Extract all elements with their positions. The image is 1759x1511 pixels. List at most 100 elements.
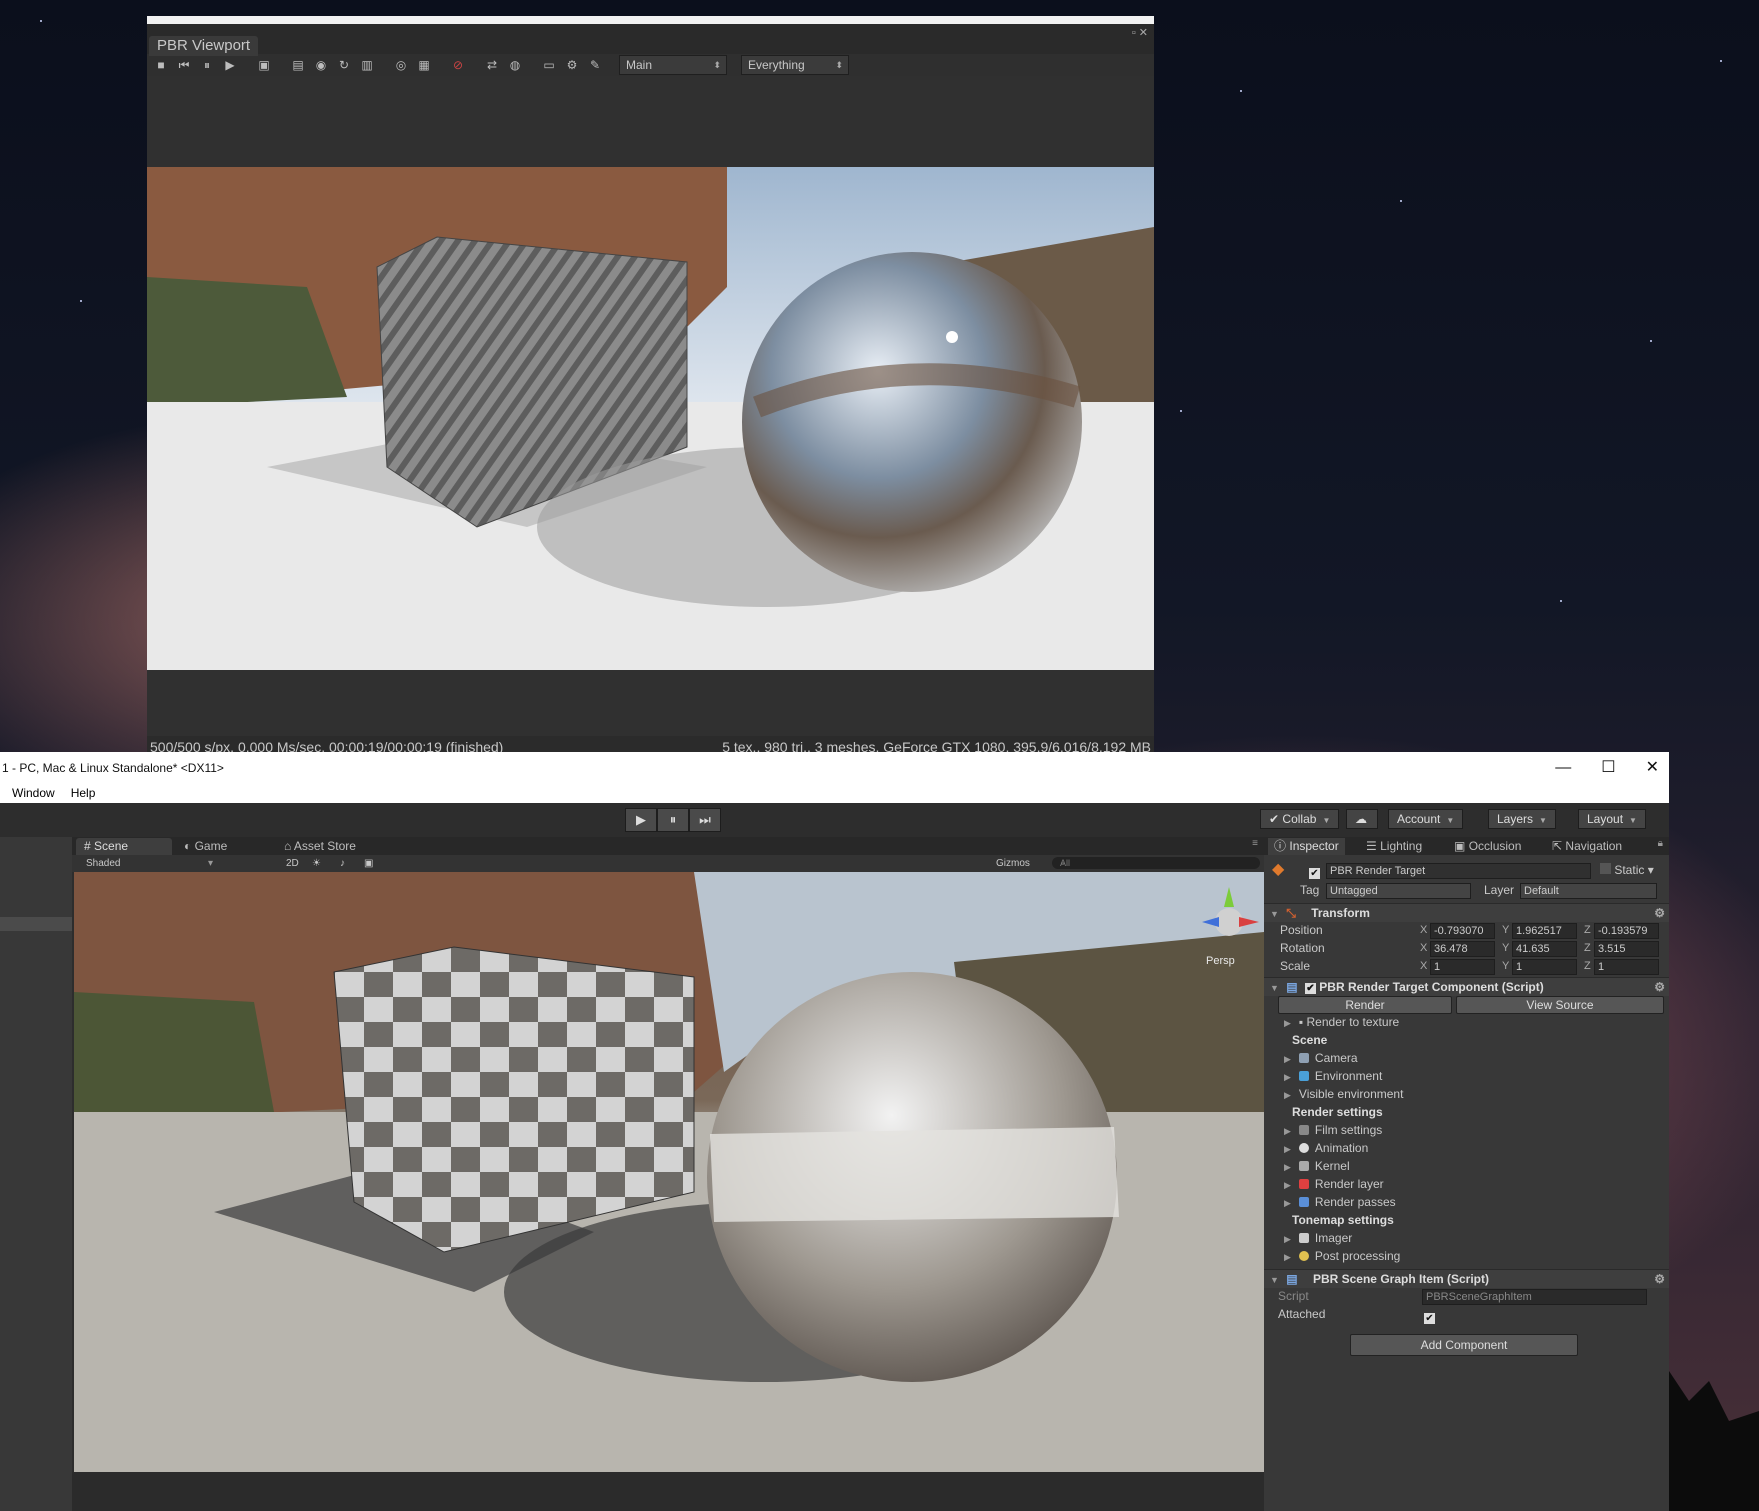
environment-item[interactable]: ▶ Environment xyxy=(1284,1069,1382,1083)
lighting-toggle-icon[interactable]: ☀ xyxy=(312,855,321,872)
imager-item[interactable]: ▶ Imager xyxy=(1284,1231,1352,1245)
rendered-scene-image xyxy=(147,167,1154,670)
close-icon[interactable]: ✕ xyxy=(1139,27,1148,39)
scale-z-field[interactable]: 1 xyxy=(1594,959,1659,975)
menu-help[interactable]: Help xyxy=(71,784,96,803)
script-field[interactable]: PBRSceneGraphItem xyxy=(1422,1289,1647,1305)
tab-occlusion[interactable]: ▣ Occlusion xyxy=(1448,838,1527,855)
hierarchy-panel[interactable] xyxy=(0,837,72,1511)
account-label: Account xyxy=(1397,812,1441,826)
render-button[interactable]: Render xyxy=(1278,996,1452,1014)
render-component-header[interactable]: ▼ ▤ ✔ PBR Render Target Component (Scrip… xyxy=(1264,977,1669,996)
checker-icon[interactable]: ▦ xyxy=(414,56,434,74)
tab-game-label: Game xyxy=(194,839,228,853)
layer-dropdown[interactable]: Default xyxy=(1520,883,1657,899)
render-passes-item[interactable]: ▶ Render passes xyxy=(1284,1195,1396,1209)
refresh-icon[interactable]: ↻ xyxy=(334,56,354,74)
lock-icon[interactable]: 🔒︎ xyxy=(1658,838,1663,849)
gear-icon[interactable]: ⚙ xyxy=(562,56,582,74)
menu-window[interactable]: Window xyxy=(12,784,55,803)
play-button[interactable]: ▶ xyxy=(625,808,657,832)
cloud-button[interactable]: ☁ xyxy=(1346,809,1378,829)
projection-label[interactable]: Persp xyxy=(1206,955,1235,967)
pbr-render-output[interactable] xyxy=(147,167,1154,670)
tag-dropdown[interactable]: Untagged xyxy=(1326,883,1471,899)
layer-dropdown[interactable]: Everything ⬍ xyxy=(741,55,849,75)
scene-search-input[interactable]: ⌕ All xyxy=(1052,857,1260,869)
pbr-viewport-tab[interactable]: PBR Viewport xyxy=(149,36,259,56)
render-layer-label: Render layer xyxy=(1314,1177,1384,1191)
position-y-field[interactable]: 1.962517 xyxy=(1512,923,1577,939)
camera-dropdown[interactable]: Main ⬍ xyxy=(619,55,727,75)
lens-icon[interactable]: ◎ xyxy=(391,56,411,74)
tab-navigation[interactable]: ⇱ Navigation xyxy=(1546,838,1628,855)
effects-toggle-icon[interactable]: ▣ xyxy=(364,855,373,872)
view-source-button[interactable]: View Source xyxy=(1456,996,1664,1014)
maximize-icon[interactable]: ☐ xyxy=(1601,752,1615,784)
display-icon[interactable]: ▣ xyxy=(254,56,274,74)
gear-icon[interactable]: ⚙ xyxy=(1654,1270,1665,1288)
maximize-icon[interactable]: ▫ xyxy=(1132,27,1136,39)
gizmos-dropdown[interactable]: Gizmos xyxy=(996,855,1030,872)
tab-lighting[interactable]: ☰ Lighting xyxy=(1360,838,1428,855)
layers-dropdown[interactable]: Layers ▼ xyxy=(1488,809,1556,829)
histogram-icon[interactable]: ▤ xyxy=(288,56,308,74)
component-enabled-checkbox[interactable]: ✔ xyxy=(1304,983,1316,994)
sync-icon[interactable]: ⇄ xyxy=(482,56,502,74)
tab-scene[interactable]: # Scene xyxy=(76,838,172,855)
color-icon[interactable]: ◉ xyxy=(311,56,331,74)
selected-hierarchy-row[interactable] xyxy=(0,917,72,931)
step-button[interactable]: ⏭ xyxy=(689,808,721,832)
render-layer-item[interactable]: ▶ Render layer xyxy=(1284,1177,1384,1191)
render-to-texture-item[interactable]: ▶ ▪ Render to texture xyxy=(1284,1015,1399,1029)
pause-icon[interactable]: ⏸ xyxy=(197,56,217,74)
editor-toolbar: ▶ ⏸ ⏭ ✔ Collab ▼ ☁ Account ▼ Layers ▼ Layou… xyxy=(0,803,1669,837)
visible-environment-item[interactable]: ▶ Visible environment xyxy=(1284,1087,1403,1101)
stop-icon[interactable]: ■ xyxy=(151,56,171,74)
account-dropdown[interactable]: Account ▼ xyxy=(1388,809,1464,829)
scene-graph-component-header[interactable]: ▼ ▤ PBR Scene Graph Item (Script) ⚙ xyxy=(1264,1269,1669,1288)
scene-section-header: Scene xyxy=(1292,1033,1328,1047)
post-processing-item[interactable]: ▶ Post processing xyxy=(1284,1249,1400,1263)
rotation-x-field[interactable]: 36.478 xyxy=(1430,941,1495,957)
mode-2d-toggle[interactable]: 2D xyxy=(286,855,299,872)
rotation-y-field[interactable]: 41.635 xyxy=(1512,941,1577,957)
gear-icon[interactable]: ⚙ xyxy=(1654,978,1665,996)
image-icon[interactable]: ▭ xyxy=(539,56,559,74)
position-z-field[interactable]: -0.193579 xyxy=(1594,923,1659,939)
static-toggle[interactable]: Static ▾ xyxy=(1600,861,1654,879)
position-x-field[interactable]: -0.793070 xyxy=(1430,923,1495,939)
wrench-icon[interactable]: ✎ xyxy=(585,56,605,74)
camera-item[interactable]: ▶ Camera xyxy=(1284,1051,1358,1065)
tab-game[interactable]: ◐ Game xyxy=(176,838,235,855)
shading-dropdown[interactable]: Shaded xyxy=(86,855,120,872)
transform-header[interactable]: ▼ ⤡ Transform ⚙ xyxy=(1264,903,1669,922)
play-icon[interactable]: ▶ xyxy=(220,56,240,74)
animation-item[interactable]: ▶ Animation xyxy=(1284,1141,1368,1155)
restart-icon[interactable]: ⏮ xyxy=(174,56,194,74)
add-component-button[interactable]: Add Component xyxy=(1350,1334,1578,1356)
scene-viewport[interactable]: Persp xyxy=(74,872,1264,1472)
close-icon[interactable]: ✕ xyxy=(1646,752,1659,784)
active-checkbox[interactable]: ✔ xyxy=(1309,863,1320,881)
object-name-field[interactable]: PBR Render Target xyxy=(1326,863,1591,879)
attached-row: Attached ✔ xyxy=(1264,1305,1669,1326)
audio-toggle-icon[interactable]: ♪ xyxy=(340,855,345,872)
kernel-item[interactable]: ▶ Kernel xyxy=(1284,1159,1350,1173)
tab-inspector[interactable]: ⓘ Inspector xyxy=(1268,838,1345,855)
minimize-icon[interactable]: — xyxy=(1555,752,1571,784)
collab-dropdown[interactable]: ✔ Collab ▼ xyxy=(1260,809,1340,829)
rotation-z-field[interactable]: 3.515 xyxy=(1594,941,1659,957)
globe-icon[interactable]: ◍ xyxy=(505,56,525,74)
pause-button[interactable]: ⏸ xyxy=(657,808,689,832)
tab-asset-store[interactable]: ⌂ Asset Store xyxy=(276,838,364,855)
chart-icon[interactable]: ▥ xyxy=(357,56,377,74)
panel-menu-icon[interactable]: ≡ xyxy=(1252,838,1258,849)
scale-x-field[interactable]: 1 xyxy=(1430,959,1495,975)
film-settings-item[interactable]: ▶ Film settings xyxy=(1284,1123,1382,1137)
attached-checkbox[interactable]: ✔ xyxy=(1424,1308,1435,1326)
gear-icon[interactable]: ⚙ xyxy=(1654,904,1665,922)
pick-icon[interactable]: ⊘ xyxy=(448,56,468,74)
layout-dropdown[interactable]: Layout ▼ xyxy=(1578,809,1646,829)
scale-y-field[interactable]: 1 xyxy=(1512,959,1577,975)
